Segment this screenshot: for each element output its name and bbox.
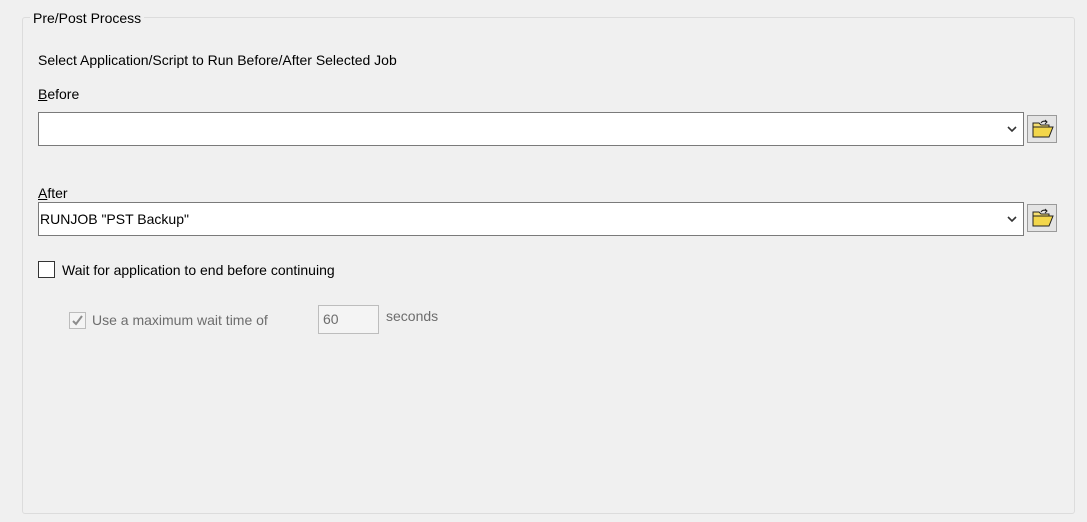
max-wait-checkbox[interactable] xyxy=(69,312,86,329)
after-browse-button[interactable] xyxy=(1027,204,1057,232)
after-label: After xyxy=(38,184,68,202)
checkmark-icon xyxy=(72,315,83,326)
instruction-text: Select Application/Script to Run Before/… xyxy=(38,52,397,68)
seconds-unit-label: seconds xyxy=(386,308,439,324)
chevron-down-icon[interactable] xyxy=(1007,214,1017,224)
before-browse-button[interactable] xyxy=(1027,115,1057,143)
max-wait-seconds-input[interactable]: 60 xyxy=(318,305,379,334)
group-title: Pre/Post Process xyxy=(30,10,145,26)
chevron-down-icon[interactable] xyxy=(1007,124,1017,134)
wait-checkbox[interactable] xyxy=(38,261,55,278)
open-folder-icon xyxy=(1032,119,1054,138)
before-label: Before xyxy=(38,85,79,103)
max-wait-seconds-value: 60 xyxy=(323,311,339,327)
before-label-access-key: B xyxy=(38,86,48,102)
before-combo[interactable] xyxy=(38,112,1024,146)
after-value: RUNJOB "PST Backup" xyxy=(40,211,189,227)
before-label-rest: efore xyxy=(47,86,80,102)
after-label-access-key: A xyxy=(38,185,48,201)
open-folder-icon xyxy=(1032,208,1054,227)
after-combo[interactable]: RUNJOB "PST Backup" xyxy=(38,202,1024,236)
max-wait-label[interactable]: Use a maximum wait time of xyxy=(92,311,268,329)
after-label-rest: fter xyxy=(47,185,68,201)
wait-label[interactable]: Wait for application to end before conti… xyxy=(62,261,335,279)
